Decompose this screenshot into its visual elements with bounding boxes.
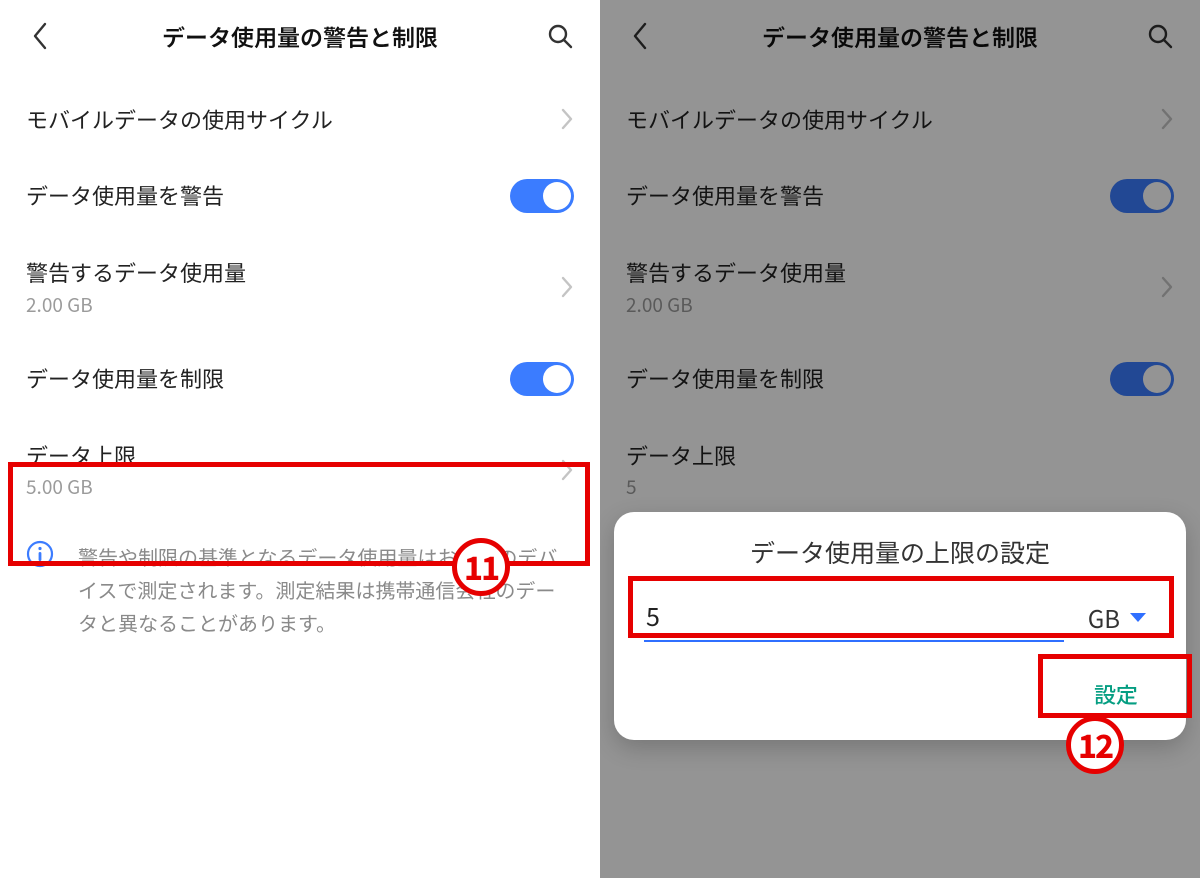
row-usage-cycle[interactable]: モバイルデータの使用サイクル [0,82,600,157]
row-warn-amount[interactable]: 警告するデータ使用量 2.00 GB [0,235,600,340]
chevron-right-icon [1160,275,1174,299]
data-limit-dialog: データ使用量の上限の設定 5 GB 設定 [614,512,1186,740]
toggle-knob [1143,365,1171,393]
chevron-right-icon [560,275,574,299]
info-row: 警告や制限の基準となるデータ使用量はお使いのデバイスで測定されます。測定結果は携… [0,522,600,657]
row-subtitle: 5.00 GB [26,473,560,500]
row-title: 警告するデータ使用量 [626,257,1160,288]
toggle-knob [543,182,571,210]
chevron-left-icon [631,22,649,50]
chevron-right-icon [560,458,574,482]
unit-label: GB [1088,600,1120,635]
row-subtitle: 2.00 GB [626,291,1160,318]
header-bar: データ使用量の警告と制限 [0,0,600,72]
row-title: データ上限 [626,440,1174,471]
caret-down-icon [1130,613,1146,622]
row-limit-toggle: データ使用量を制限 [0,340,600,418]
back-button[interactable] [620,22,660,50]
page-title: データ使用量の警告と制限 [60,19,540,53]
limit-toggle[interactable] [510,362,574,396]
info-text: 警告や制限の基準となるデータ使用量はお使いのデバイスで測定されます。測定結果は携… [78,540,574,639]
limit-value-input[interactable]: 5 [644,594,1064,642]
toggle-knob [1143,182,1171,210]
search-icon [1147,23,1173,49]
row-title: モバイルデータの使用サイクル [626,104,1160,135]
row-limit-amount[interactable]: データ上限 5.00 GB [0,418,600,523]
row-title: データ使用量を警告 [626,180,1110,211]
chevron-left-icon [31,22,49,50]
row-title: モバイルデータの使用サイクル [26,104,560,135]
row-warn-amount[interactable]: 警告するデータ使用量 2.00 GB [600,235,1200,340]
search-button[interactable] [1140,23,1180,49]
row-subtitle: 2.00 GB [26,291,560,318]
row-title: データ使用量を警告 [26,180,510,211]
warn-toggle[interactable] [1110,179,1174,213]
row-title: データ上限 [26,440,560,471]
screen-right: データ使用量の警告と制限 モバイルデータの使用サイクル データ使用量を警告 警告… [600,0,1200,878]
row-title: 警告するデータ使用量 [26,257,560,288]
dialog-body: 5 GB [640,588,1160,642]
warn-toggle[interactable] [510,179,574,213]
back-button[interactable] [20,22,60,50]
unit-select[interactable]: GB [1064,596,1156,641]
dialog-title: データ使用量の上限の設定 [640,534,1160,570]
row-title: データ使用量を制限 [26,363,510,394]
toggle-knob [543,365,571,393]
dialog-actions: 設定 [640,642,1160,720]
search-icon [547,23,573,49]
page-title: データ使用量の警告と制限 [660,19,1140,53]
header-bar: データ使用量の警告と制限 [600,0,1200,72]
row-limit-amount[interactable]: データ上限 5 [600,418,1200,523]
settings-list: モバイルデータの使用サイクル データ使用量を警告 警告するデータ使用量 2.00… [600,72,1200,522]
row-title: データ使用量を制限 [626,363,1110,394]
row-warn-toggle: データ使用量を警告 [600,157,1200,235]
screen-left: データ使用量の警告と制限 モバイルデータの使用サイクル データ使用量を警告 警告… [0,0,600,878]
info-icon [26,540,56,639]
settings-list: モバイルデータの使用サイクル データ使用量を警告 警告するデータ使用量 2.00… [0,72,600,657]
chevron-right-icon [1160,107,1174,131]
search-button[interactable] [540,23,580,49]
row-usage-cycle[interactable]: モバイルデータの使用サイクル [600,82,1200,157]
row-warn-toggle: データ使用量を警告 [0,157,600,235]
row-subtitle: 5 [626,473,1174,500]
confirm-button[interactable]: 設定 [1072,668,1160,720]
limit-toggle[interactable] [1110,362,1174,396]
row-limit-toggle: データ使用量を制限 [600,340,1200,418]
chevron-right-icon [560,107,574,131]
